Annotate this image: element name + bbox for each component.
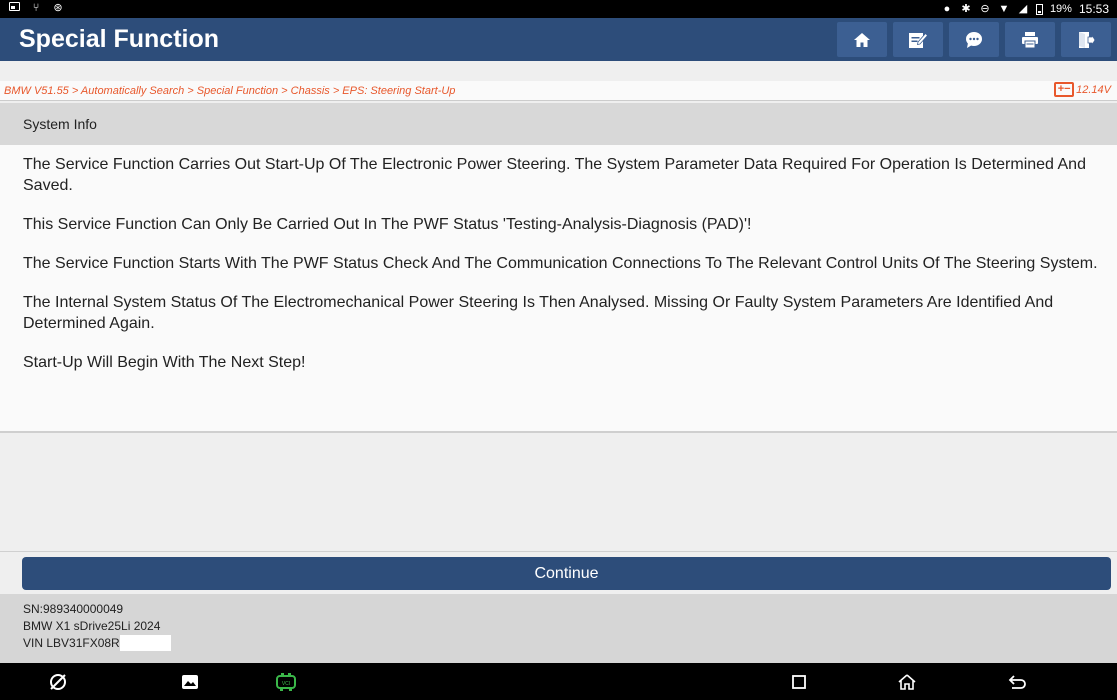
home-icon[interactable] xyxy=(896,672,918,692)
edit-button[interactable] xyxy=(893,22,943,57)
svg-text:VCI: VCI xyxy=(282,681,290,687)
empty-area xyxy=(0,435,1117,552)
home-icon xyxy=(854,32,870,47)
toolbar xyxy=(837,22,1111,57)
battery-icon xyxy=(1035,3,1043,15)
settings-icon: ⊛ xyxy=(53,2,63,14)
dnd-icon: ⊖ xyxy=(980,3,990,15)
chat-button[interactable] xyxy=(949,22,999,57)
breadcrumb: BMW V51.55 > Automatically Search > Spec… xyxy=(0,81,1117,101)
usb-icon: ⑂ xyxy=(32,2,40,14)
signal-icon: ◢ xyxy=(1018,3,1028,15)
bluetooth-icon: ✱ xyxy=(961,3,971,15)
page-title: Special Function xyxy=(19,25,220,53)
section-title: System Info xyxy=(23,116,97,132)
location-icon: ● xyxy=(943,3,951,15)
system-info-content: The Service Function Carries Out Start-U… xyxy=(0,145,1117,433)
wifi-icon: ▼ xyxy=(998,3,1010,15)
battery-percent: 19% xyxy=(1049,3,1072,15)
print-icon xyxy=(1022,31,1038,48)
vehicle-model: BMW X1 sDrive25Li 2024 xyxy=(23,619,161,633)
clock: 15:53 xyxy=(1078,2,1109,16)
home-button[interactable] xyxy=(837,22,887,57)
continue-button[interactable]: Continue xyxy=(22,557,1111,590)
voltage-indicator: +− 12.14V xyxy=(1054,82,1111,97)
back-icon[interactable] xyxy=(1007,672,1029,692)
car-battery-icon: +− xyxy=(1054,82,1075,97)
voltage-value: 12.14V xyxy=(1076,83,1111,96)
info-paragraph: This Service Function Can Only Be Carrie… xyxy=(23,216,752,233)
vin-redaction xyxy=(119,635,171,651)
edit-icon xyxy=(909,32,928,48)
breadcrumb-path: BMW V51.55 > Automatically Search > Spec… xyxy=(4,85,456,97)
browser-icon[interactable] xyxy=(47,672,69,692)
vin-row: VIN LBV31FX08R xyxy=(23,635,1117,652)
nav-bar: VCI xyxy=(0,663,1117,700)
title-bar: Special Function xyxy=(0,18,1117,61)
device-info: SN:989340000049 BMW X1 sDrive25Li 2024 V… xyxy=(0,594,1117,663)
status-bar: ⑂ ⊛ ● ✱ ⊖ ▼ ◢ 19% 15:53 xyxy=(0,0,1117,18)
print-button[interactable] xyxy=(1005,22,1055,57)
exit-button[interactable] xyxy=(1061,22,1111,57)
info-paragraph: The Service Function Carries Out Start-U… xyxy=(23,156,1086,194)
vin-number: VIN LBV31FX08R xyxy=(23,636,120,650)
exit-icon xyxy=(1079,31,1095,48)
info-paragraph: Start-Up Will Begin With The Next Step! xyxy=(23,354,306,371)
serial-number: SN:989340000049 xyxy=(23,602,124,616)
recent-apps-icon[interactable] xyxy=(788,672,810,692)
info-paragraph: The Service Function Starts With The PWF… xyxy=(23,255,1098,272)
gallery-icon[interactable] xyxy=(179,672,201,692)
chat-icon xyxy=(966,31,982,48)
info-paragraph: The Internal System Status Of The Electr… xyxy=(23,294,1054,332)
image-icon xyxy=(8,2,20,14)
section-header: System Info xyxy=(0,103,1117,145)
vci-icon[interactable]: VCI xyxy=(275,672,297,692)
